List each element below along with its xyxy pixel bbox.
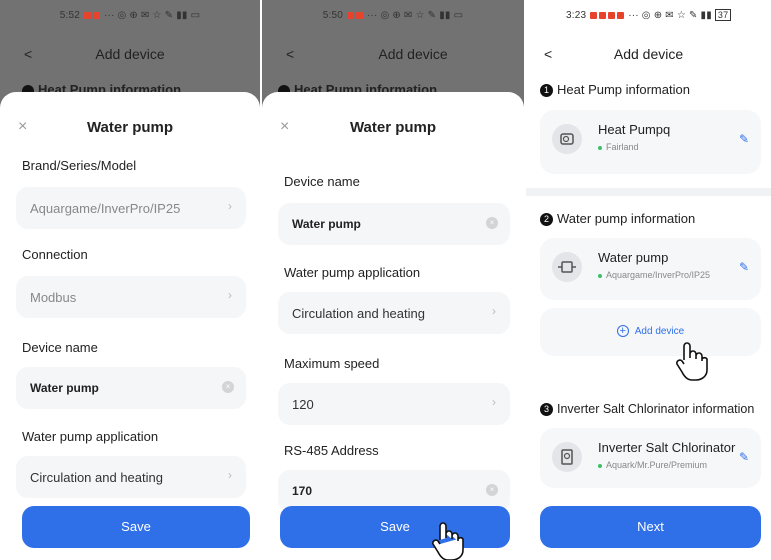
max-speed-select[interactable]: 120 › xyxy=(278,383,510,425)
status-bar: 5:50 ··· ◎ ⊕ ✉ ☆ ✎ ▮▮ ▭ xyxy=(322,10,464,21)
field-label: Brand/Series/Model xyxy=(22,158,137,173)
form-group-device-name: Device name Water pump × xyxy=(0,340,260,409)
screen-water-pump-form-1: 5:52 ··· ◎ ⊕ ✉ ☆ ✎ ▮▮ ▭ < Add device Hea… xyxy=(0,0,260,560)
application-select[interactable]: Circulation and heating › xyxy=(278,292,510,334)
field-value: Water pump xyxy=(30,381,99,395)
field-value: 170 xyxy=(292,484,313,498)
status-time: 3:23 xyxy=(566,10,587,21)
field-value: Modbus xyxy=(30,290,77,305)
chevron-right-icon: › xyxy=(228,288,232,302)
page-title: Add device xyxy=(95,46,165,62)
sheet-title: Water pump xyxy=(349,119,437,136)
field-label: Device name xyxy=(22,340,98,355)
save-button[interactable]: Save xyxy=(22,506,250,548)
form-group-application: Water pump application Circulation and h… xyxy=(262,265,524,334)
screen-add-device: 3:23 ··· ◎ ⊕ ✉ ☆ ✎ ▮▮ 37 < Add device 1H… xyxy=(526,0,771,560)
field-value: Aquargame/InverPro/IP25 xyxy=(30,201,181,216)
form-group-device-name: Device name Water pump × xyxy=(262,174,524,245)
divider xyxy=(526,188,771,196)
pointer-hand-icon xyxy=(432,522,464,560)
device-name-input[interactable]: Water pump × xyxy=(16,367,246,409)
nav-bar: < Add device xyxy=(0,42,260,66)
field-value: 120 xyxy=(292,397,314,412)
device-brand: Fairland xyxy=(598,142,639,152)
next-button[interactable]: Next xyxy=(540,506,761,548)
bottom-sheet: × Water pump Brand/Series/Model Aquargam… xyxy=(0,92,260,560)
chevron-right-icon: › xyxy=(492,395,496,409)
section-title-chlorinator: 3 Inverter Salt Chlorinator information xyxy=(540,402,754,416)
section-title-water-pump: 2 Water pump information xyxy=(540,211,695,226)
chevron-right-icon: › xyxy=(492,304,496,318)
device-card-water-pump[interactable]: Water pump Aquargame/InverPro/IP25 ✎ xyxy=(540,238,761,300)
device-brand: Aquargame/InverPro/IP25 xyxy=(598,270,710,280)
device-name: Inverter Salt Chlorinator xyxy=(598,440,736,455)
form-group-rs485: RS-485 Address 170 × xyxy=(262,443,524,512)
device-name-input[interactable]: Water pump × xyxy=(278,203,510,245)
chevron-right-icon: › xyxy=(228,468,232,482)
form-group-application: Water pump application Circulation and h… xyxy=(0,429,260,498)
field-value: Circulation and heating xyxy=(30,470,163,485)
device-name: Water pump xyxy=(598,250,669,265)
application-select[interactable]: Circulation and heating › xyxy=(16,456,246,498)
water-pump-icon xyxy=(552,252,582,282)
device-card-chlorinator[interactable]: Inverter Salt Chlorinator Aquark/Mr.Pure… xyxy=(540,428,761,488)
nav-bar: < Add device xyxy=(262,42,524,66)
page-title: Add device xyxy=(378,46,448,62)
chevron-right-icon: › xyxy=(228,199,232,213)
field-label: RS-485 Address xyxy=(284,443,379,458)
field-label: Maximum speed xyxy=(284,356,380,371)
field-label: Water pump application xyxy=(22,429,159,444)
nav-bar: < Add device xyxy=(526,42,771,66)
clear-icon[interactable]: × xyxy=(486,217,498,229)
field-label: Connection xyxy=(22,247,88,262)
screen-water-pump-form-2: 5:50 ··· ◎ ⊕ ✉ ☆ ✎ ▮▮ ▭ < Add device Hea… xyxy=(262,0,524,560)
status-bar: 5:52 ··· ◎ ⊕ ✉ ☆ ✎ ▮▮ ▭ xyxy=(59,10,201,21)
edit-icon[interactable]: ✎ xyxy=(739,450,749,464)
device-brand: Aquark/Mr.Pure/Premium xyxy=(598,460,707,470)
status-bar: 3:23 ··· ◎ ⊕ ✉ ☆ ✎ ▮▮ 37 xyxy=(566,9,771,21)
heat-pump-icon xyxy=(552,124,582,154)
form-group-connection: Connection Modbus › xyxy=(0,247,260,318)
field-label: Water pump application xyxy=(284,265,421,280)
bottom-sheet: × Water pump Device name Water pump × Wa… xyxy=(262,92,524,560)
pointer-hand-icon xyxy=(676,342,708,381)
page-title: Add device xyxy=(613,46,684,62)
plus-circle-icon: + xyxy=(616,325,629,337)
back-icon[interactable]: < xyxy=(286,46,294,62)
save-button[interactable]: Save xyxy=(280,506,510,548)
sheet-title: Water pump xyxy=(86,119,174,136)
device-card-heat-pump[interactable]: Heat Pumpq Fairland ✎ xyxy=(540,110,761,174)
field-value: Water pump xyxy=(292,217,361,231)
form-group-max-speed: Maximum speed 120 › xyxy=(262,356,524,425)
field-value: Circulation and heating xyxy=(292,306,425,321)
form-group-brand: Brand/Series/Model Aquargame/InverPro/IP… xyxy=(0,158,260,229)
connection-select[interactable]: Modbus › xyxy=(16,276,246,318)
clear-icon[interactable]: × xyxy=(486,484,498,496)
device-name: Heat Pumpq xyxy=(598,122,671,137)
status-time: 5:50 xyxy=(322,10,343,21)
brand-select[interactable]: Aquargame/InverPro/IP25 › xyxy=(16,187,246,229)
chlorinator-icon xyxy=(552,442,582,472)
field-label: Device name xyxy=(284,174,360,189)
add-device-button[interactable]: + Add device xyxy=(540,308,761,356)
battery-level: 37 xyxy=(714,9,732,21)
edit-icon[interactable]: ✎ xyxy=(739,132,749,146)
section-title-heat-pump: 1 Heat Pump information xyxy=(540,82,690,97)
status-time: 5:52 xyxy=(59,10,80,21)
clear-icon[interactable]: × xyxy=(222,381,234,393)
edit-icon[interactable]: ✎ xyxy=(739,260,749,274)
